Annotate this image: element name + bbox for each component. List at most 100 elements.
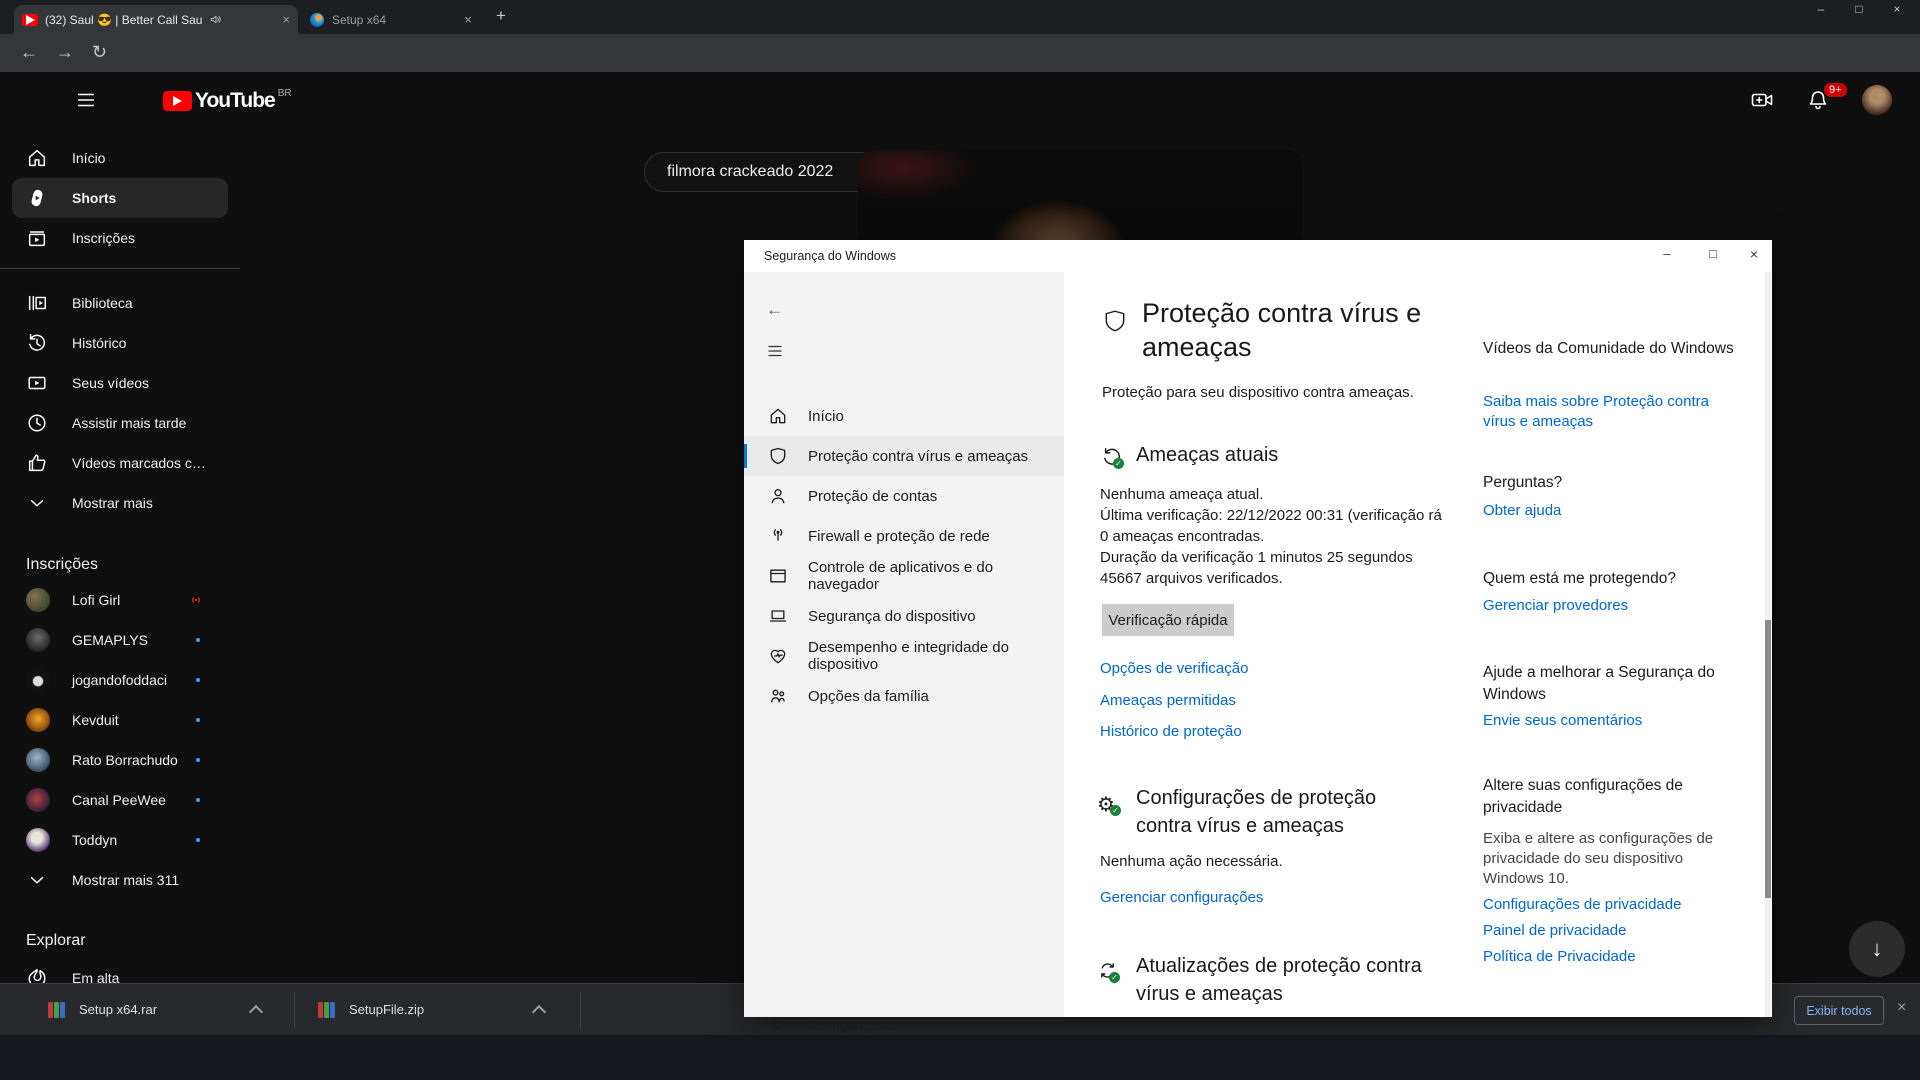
family-icon [768,686,788,706]
sidebar-item-inscricoes[interactable]: Inscrições [0,218,240,258]
new-content-dot [196,718,200,722]
nav-hamburger-icon[interactable] [766,342,784,360]
tab-close-icon[interactable]: × [282,12,290,27]
browser-maximize-button[interactable]: □ [1840,2,1878,16]
channel-canal-peewee[interactable]: Canal PeeWee [0,780,240,820]
community-link[interactable]: Saiba mais sobre Proteção contra vírus e… [1483,392,1735,432]
browser-tab-setup[interactable]: Setup x64 × [302,5,480,34]
chevron-down-icon [26,869,48,891]
new-tab-button[interactable]: + [496,6,506,26]
current-threats-title: Ameaças atuais [1136,444,1278,467]
nav-item-virus-protection[interactable]: Proteção contra vírus e ameaças [744,436,1064,476]
privacy-dashboard-link[interactable]: Painel de privacidade [1483,922,1626,939]
channel-gemaplys[interactable]: GEMAPLYS [0,620,240,660]
channel-name: GEMAPLYS [72,632,148,648]
get-help-link[interactable]: Obter ajuda [1483,502,1561,519]
privacy-settings-link[interactable]: Configurações de privacidade [1483,896,1681,913]
guide-hamburger-icon[interactable] [75,89,97,111]
sidebar-item-mostrar-mais-311[interactable]: Mostrar mais 311 [0,860,240,900]
new-content-dot [196,758,200,762]
sidebar-item-videos-marcados[interactable]: Vídeos marcados c… [0,443,240,483]
sidebar-item-seus-videos[interactable]: Seus vídeos [0,363,240,403]
browser-tab-youtube[interactable]: (32) Saul 😎 | Better Call Sau × [14,5,298,34]
youtube-logo[interactable]: YouTube BR [163,89,292,113]
sidebar-item-biblioteca[interactable]: Biblioteca [0,283,240,323]
sidebar-item-inicio[interactable]: Início [0,138,240,178]
manage-providers-link[interactable]: Gerenciar provedores [1483,597,1628,614]
nav-item-family-options[interactable]: Opções da família [744,676,1064,716]
channel-rato-borrachudo[interactable]: Rato Borrachudo [0,740,240,780]
create-video-icon[interactable] [1750,88,1774,112]
subscriptions-heading: Inscrições [26,556,98,574]
nav-item-device-security[interactable]: Segurança do dispositivo [744,596,1064,636]
show-all-downloads-button[interactable]: Exibir todos [1794,996,1884,1025]
channel-toddyn[interactable]: Toddyn [0,820,240,860]
dialog-title-bar[interactable]: Segurança do Windows – □ × [744,240,1772,272]
account-avatar[interactable] [1862,85,1892,115]
down-arrow-icon: ↓ [1872,936,1883,962]
nav-label: Opções da família [808,688,929,705]
threat-line: Duração da verificação 1 minutos 25 segu… [1100,547,1478,568]
nav-back-icon[interactable]: ← [766,300,783,320]
privacy-policy-link[interactable]: Política de Privacidade [1483,948,1636,965]
nav-item-account-protection[interactable]: Proteção de contas [744,476,1064,516]
reload-icon[interactable]: ↻ [92,43,107,61]
sidebar-item-mostrar-mais[interactable]: Mostrar mais [0,483,240,523]
send-feedback-link[interactable]: Envie seus comentários [1483,712,1642,729]
chevron-up-icon[interactable] [532,1004,546,1018]
winrar-icon [48,1002,65,1018]
your-videos-icon [26,372,48,394]
nav-item-app-browser-control[interactable]: Controle de aplicativos e do navegador [744,556,1064,596]
nav-item-device-performance[interactable]: Desempenho e integridade do dispositivo [744,636,1064,676]
channel-lofi-girl[interactable]: Lofi Girl [0,580,240,620]
browser-minimize-button[interactable]: – [1802,2,1840,16]
page-title: Proteção contra vírus e ameaças [1142,296,1422,364]
quick-scan-button[interactable]: Verificação rápida [1102,604,1234,636]
privacy-body: Exiba e altere as configurações de priva… [1483,829,1735,889]
dialog-minimize-button[interactable]: – [1644,246,1690,261]
browser-close-button[interactable]: × [1878,2,1916,16]
nav-label: Controle de aplicativos e do navegador [808,559,1064,593]
browser-window-controls: – □ × [1802,2,1916,16]
history-icon [26,332,48,354]
close-downloads-bar-icon[interactable]: × [1897,999,1906,1017]
channel-name: jogandofoddaci [72,672,167,688]
dialog-scrollbar-track[interactable] [1765,272,1771,1017]
allowed-threats-link[interactable]: Ameaças permitidas [1100,692,1236,709]
tab-audio-icon[interactable] [209,13,222,26]
manage-settings-link[interactable]: Gerenciar configurações [1100,889,1263,906]
channel-kevduit[interactable]: Kevduit [0,700,240,740]
shorts-next-button[interactable]: ↓ [1849,921,1905,977]
dialog-maximize-button[interactable]: □ [1690,246,1736,261]
person-icon [768,486,788,506]
watch-later-icon [26,412,48,434]
forward-icon[interactable]: → [56,43,74,61]
shield-icon [768,446,788,466]
home-icon [26,147,48,169]
scan-options-link[interactable]: Opções de verificação [1100,660,1248,677]
nav-item-firewall[interactable]: Firewall e proteção de rede [744,516,1064,556]
privacy-title: Altere suas configurações de privacidade [1483,775,1735,819]
download-item-setupfile-zip[interactable]: SetupFile.zip [318,984,544,1035]
back-icon[interactable]: ← [20,43,38,61]
sidebar-label: Inscrições [72,230,135,246]
chevron-up-icon[interactable] [249,1004,263,1018]
nav-item-inicio[interactable]: Início [744,396,1064,436]
shield-icon [1102,308,1128,334]
sidebar-item-shorts-active[interactable]: Shorts [12,178,228,218]
youtube-favicon [22,14,38,26]
threat-line: 0 ameaças encontradas. [1100,526,1478,547]
protection-history-link[interactable]: Histórico de proteção [1100,723,1242,740]
dialog-scrollbar-thumb[interactable] [1765,620,1771,898]
nav-label: Proteção contra vírus e ameaças [808,448,1028,465]
threat-status-lines: Nenhuma ameaça atual. Última verificação… [1100,484,1478,589]
channel-avatar [26,788,50,812]
tab-close-icon[interactable]: × [464,12,472,27]
sidebar-item-historico[interactable]: Histórico [0,323,240,363]
dialog-close-button[interactable]: × [1736,246,1772,262]
channel-jogandofoddaci[interactable]: jogandofoddaci [0,660,240,700]
sidebar-item-assistir-mais-tarde[interactable]: Assistir mais tarde [0,403,240,443]
download-item-setup-rar[interactable]: Setup x64.rar [48,984,261,1035]
tab-title: Setup x64 [332,13,386,27]
check-badge: ✓ [1110,805,1121,816]
